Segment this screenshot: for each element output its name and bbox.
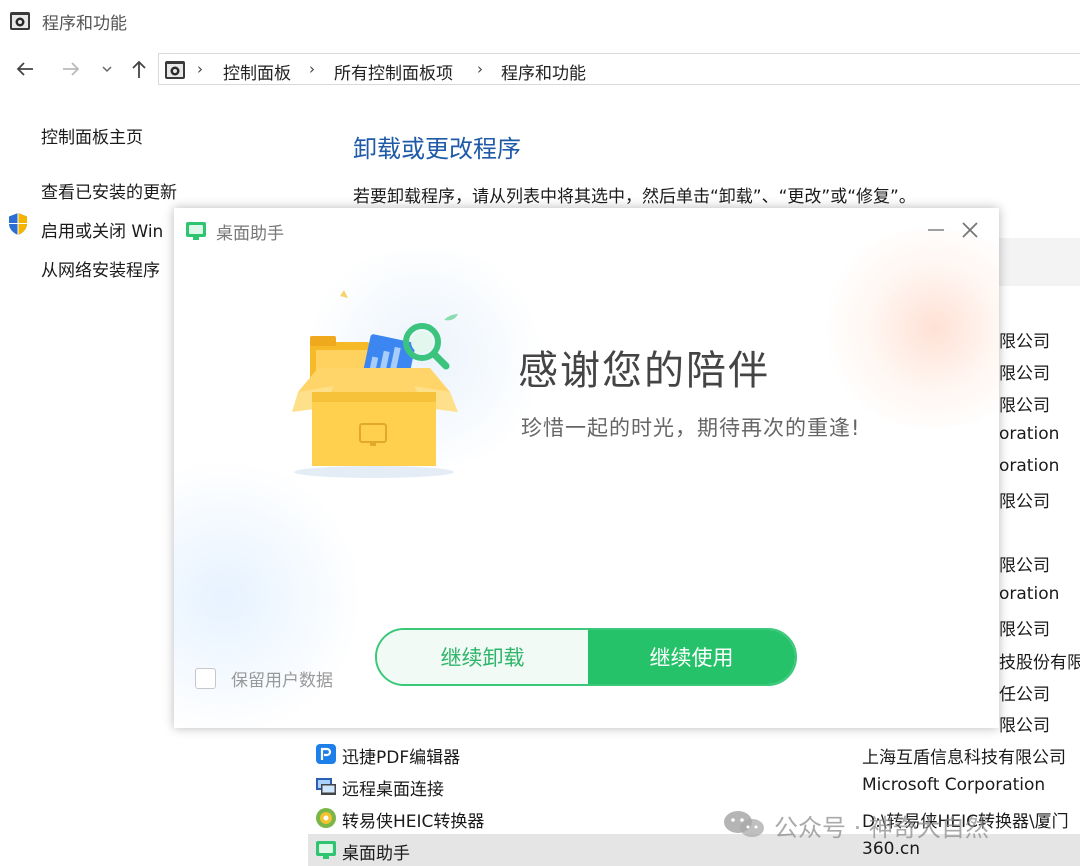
breadcrumb-programs[interactable]: 程序和功能 — [501, 59, 586, 84]
remote-desktop-icon — [316, 778, 336, 795]
sidebar-item-windows-features[interactable]: 启用或关闭 Win — [41, 217, 163, 242]
sidebar-item-installed-updates[interactable]: 查看已安装的更新 — [41, 178, 177, 203]
program-name: 迅捷PDF编辑器 — [342, 748, 461, 768]
publisher-cell: 限公司 — [999, 556, 1050, 576]
keep-user-data-checkbox[interactable] — [195, 668, 216, 689]
program-row[interactable]: 远程桌面连接 Microsoft Corporation — [308, 770, 1080, 802]
program-row[interactable]: 迅捷PDF编辑器 上海互盾信息科技有限公司 — [308, 738, 1080, 770]
publisher-cell: oration — [999, 456, 1060, 476]
publisher-cell: 限公司 — [999, 396, 1050, 416]
continue-uninstall-button[interactable]: 继续卸载 — [377, 630, 588, 684]
publisher-cell: oration — [999, 584, 1060, 604]
desktop-assistant-icon — [316, 841, 336, 859]
publisher-cell: 限公司 — [999, 332, 1050, 352]
dialog-title: 桌面助手 — [216, 224, 284, 244]
watermark: 公众号 · 神奇大自然 — [722, 804, 1080, 844]
address-bar: › 控制面板 › 所有控制面板项 › 程序和功能 — [0, 48, 1080, 92]
publisher-cell: 限公司 — [999, 716, 1050, 736]
sidebar-item-home[interactable]: 控制面板主页 — [41, 123, 143, 148]
dialog-headline: 感谢您的陪伴 — [518, 348, 770, 394]
control-panel-icon — [165, 61, 185, 79]
publisher-cell: 限公司 — [999, 364, 1050, 384]
chevron-right-icon: › — [309, 60, 315, 78]
publisher-cell: oration — [999, 424, 1060, 444]
breadcrumb-all-items[interactable]: 所有控制面板项 — [334, 59, 453, 84]
desktop-assistant-icon — [186, 222, 206, 240]
page-title: 卸载或更改程序 — [353, 135, 521, 163]
up-arrow-icon[interactable] — [126, 56, 152, 82]
publisher-cell: 限公司 — [999, 492, 1050, 512]
shield-icon — [9, 213, 27, 235]
uninstall-dialog: 桌面助手 感谢您的陪伴 珍惜一起的时光，期待再次的重逢! 继续卸载 继续使用 保… — [174, 208, 999, 728]
heic-converter-icon — [316, 808, 336, 828]
decorative-glow — [814, 228, 999, 428]
program-publisher: 上海互盾信息科技有限公司 — [862, 748, 1066, 768]
forward-arrow-icon[interactable] — [58, 56, 84, 82]
back-arrow-icon[interactable] — [12, 56, 38, 82]
program-name: 转易侠HEIC转换器 — [342, 812, 485, 832]
wechat-icon — [724, 811, 764, 837]
dialog-subline: 珍惜一起的时光，期待再次的重逢! — [521, 416, 861, 440]
sidebar-item-install-from-network[interactable]: 从网络安装程序 — [41, 256, 160, 281]
publisher-cell: 任公司 — [999, 685, 1050, 705]
minimize-icon[interactable] — [924, 218, 948, 242]
program-publisher: Microsoft Corporation — [862, 775, 1046, 795]
publisher-cell: 技股份有限 — [999, 653, 1080, 673]
chevron-right-icon: › — [197, 60, 203, 78]
window-title-bar: 程序和功能 — [0, 0, 1080, 44]
keep-user-data-label[interactable]: 保留用户数据 — [231, 666, 333, 691]
publisher-cell: 限公司 — [999, 620, 1050, 640]
page-description: 若要卸载程序，请从列表中将其选中，然后单击“卸载”、“更改”或“修复”。 — [353, 187, 916, 207]
continue-use-button[interactable]: 继续使用 — [588, 630, 795, 684]
address-path[interactable]: › 控制面板 › 所有控制面板项 › 程序和功能 — [158, 53, 1080, 85]
chevron-right-icon: › — [477, 60, 483, 78]
control-panel-icon — [10, 12, 30, 30]
history-dropdown-icon[interactable] — [94, 56, 120, 82]
program-name: 桌面助手 — [342, 844, 410, 864]
breadcrumb-control-panel[interactable]: 控制面板 — [223, 59, 291, 84]
close-icon[interactable] — [958, 218, 982, 242]
watermark-text: 公众号 · 神奇大自然 — [774, 814, 989, 842]
action-button-group: 继续卸载 继续使用 — [375, 628, 797, 686]
program-name: 远程桌面连接 — [342, 780, 444, 800]
column-header-strip — [999, 238, 1080, 286]
box-illustration — [292, 290, 458, 478]
pdf-editor-icon — [316, 744, 336, 764]
window-title: 程序和功能 — [42, 14, 127, 34]
